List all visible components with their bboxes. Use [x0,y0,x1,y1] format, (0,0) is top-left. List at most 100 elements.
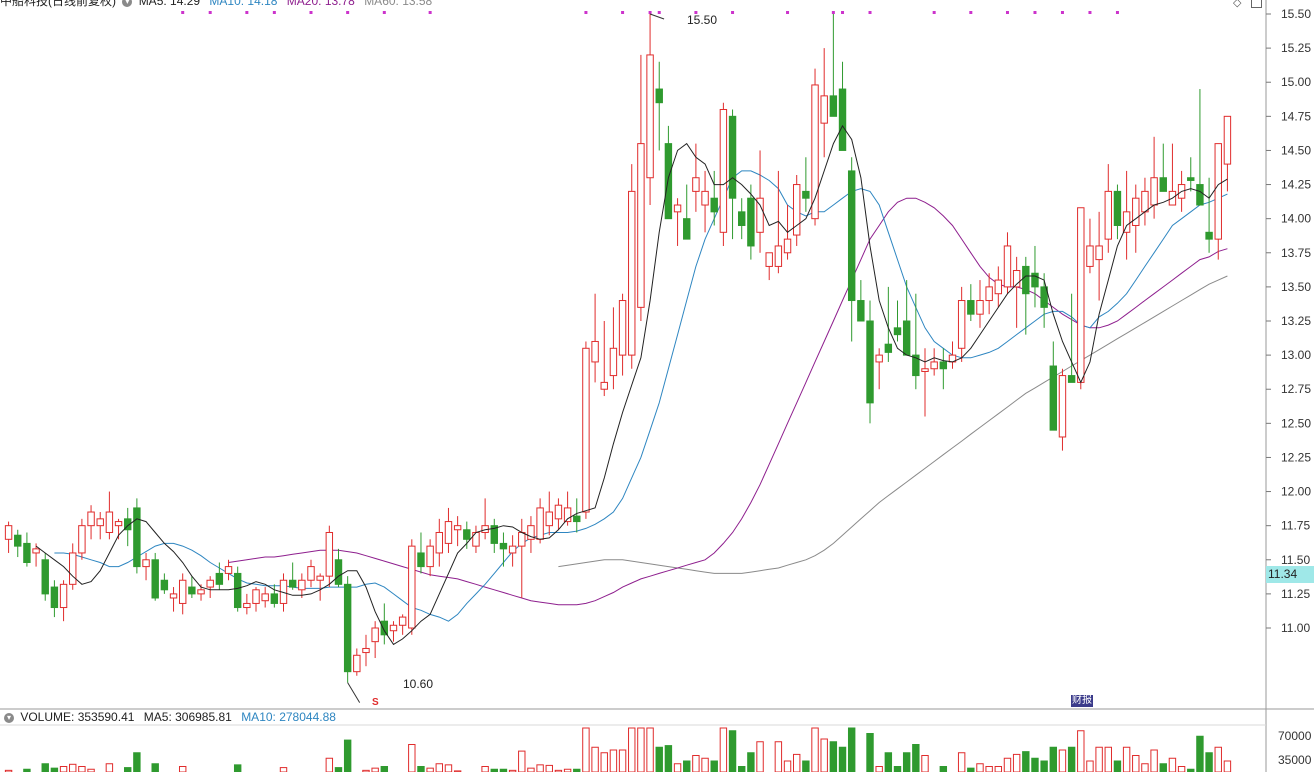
chevron-down-icon[interactable]: ▾ [4,712,14,723]
candle [325,525,334,588]
candle-body [930,361,938,370]
event-marker [1115,11,1119,14]
candle [435,518,444,567]
volume-bar [1223,760,1232,772]
event-marker [831,11,835,14]
candle-body [1223,115,1232,165]
volume-bar [334,767,343,772]
candle-body [637,143,645,308]
candle-body [463,529,471,540]
diamond-icon[interactable]: ◇ [1233,0,1241,9]
event-marker [309,11,313,14]
volume-bar [591,746,599,772]
candle [1141,177,1149,226]
candle [1067,293,1076,383]
candle-body [609,347,618,377]
candle-body [628,190,636,356]
candle-body [976,300,984,315]
candle-body [206,579,214,588]
volume-bar [1040,760,1048,772]
candle [14,529,22,558]
ma20-legend: MA20: 13.78 [286,0,355,8]
low-pointer [347,682,361,703]
candle-body [4,525,13,540]
volume-bar [426,767,434,772]
candle-body [114,521,123,527]
candlestick-chart[interactable]: 15.50 15.25 15.00 14.75 14.50 14.25 14.00 13.75… [0,0,1314,772]
volume-bar [802,760,810,772]
window-icon[interactable] [1251,0,1262,8]
candle-body [591,340,599,363]
event-marker [208,11,212,14]
candle-body [435,531,444,554]
candle-body [921,368,929,372]
candle [169,587,178,612]
candle [618,293,627,376]
candle-body [408,545,416,629]
axis-tick-label: 13.75 [1281,246,1311,260]
volume-bar [921,755,929,772]
candle-body [573,515,581,523]
candle-body [178,579,187,604]
volume-bar [600,752,608,772]
earnings-marker[interactable]: 财报 [1071,695,1093,707]
candle [921,348,929,417]
volume-bar [618,749,627,772]
candle [976,280,984,328]
candle-body [618,300,627,356]
candle [655,61,663,151]
candle-body [692,177,700,192]
candle-body [1132,197,1140,226]
volume-bar [371,767,379,772]
candle [554,498,563,530]
candle-body [985,286,993,302]
axis-tick-label: 13.00 [1281,348,1311,362]
volume-bar [417,766,425,772]
candle [637,54,645,321]
candle [426,539,434,577]
event-marker [428,11,432,14]
chevron-down-icon[interactable]: ▾ [122,0,133,7]
candle [875,348,883,390]
candle [142,552,150,581]
candle [545,491,553,536]
stock-chart-window: { "header": { "stock_title": "中船科技(日线前复权… [0,0,1314,772]
candle-body [1086,245,1094,267]
candle [1049,341,1058,431]
candle [353,648,361,676]
event-marker [657,11,661,14]
candle-body [1031,272,1039,288]
stock-title[interactable]: 中船科技(日线前复权) [0,0,116,8]
volume-bar [151,763,159,772]
axis-tick-label: 12.25 [1281,450,1311,464]
candle-body [1022,265,1030,295]
candle-body [1141,190,1149,213]
candle-body [69,552,77,585]
candle-body [1077,207,1085,383]
volume-ma5-legend: MA5: 306985.81 [143,710,232,724]
chart-header: 中船科技(日线前复权) ▾ MA5: 14.29 MA10: 14.18 MA2… [0,0,432,8]
candle [380,603,389,645]
candle [371,621,379,659]
volume-bar [1058,749,1067,772]
candle-body [444,521,453,544]
volume-bar [847,727,856,772]
candle-body [353,654,361,673]
candle-body [939,361,948,370]
candle-body [362,647,370,654]
volume-tick-70000: 70000 [1278,729,1312,743]
volume-bar [747,752,755,772]
candle [994,266,1003,308]
volume-bar [545,764,553,772]
event-marker [272,11,276,14]
volume-bar [939,766,948,772]
high-price-label: 15.50 [687,13,718,27]
ma10-legend: MA10: 14.18 [209,0,278,8]
volume-bar [124,767,132,772]
candle-body [508,545,517,554]
event-marker-s[interactable]: S [372,697,379,708]
candle [1113,184,1122,240]
candle-body [774,245,783,267]
current-price-badge: 11.34 [1266,566,1314,583]
candle [78,518,86,560]
